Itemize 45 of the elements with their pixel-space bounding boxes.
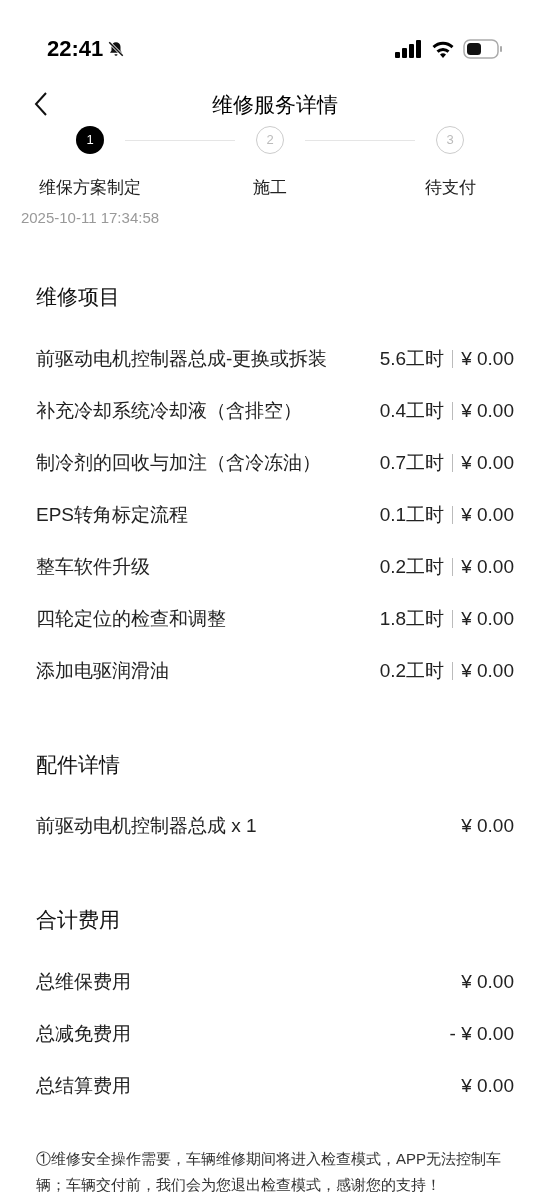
item-name: 补充冷却系统冷却液（含排空） bbox=[36, 398, 303, 423]
item-name: 添加电驱润滑油 bbox=[36, 658, 170, 683]
step-time: 2025-10-11 17:34:58 bbox=[20, 207, 160, 228]
item-name: 前驱动电机控制器总成-更换或拆装 bbox=[36, 346, 329, 371]
step-label: 施工 bbox=[253, 177, 287, 199]
price: ¥ 0.00 bbox=[461, 969, 514, 994]
section-title: 合计费用 bbox=[36, 907, 121, 933]
price: ¥ 0.00 bbox=[461, 1073, 514, 1098]
labor-hours: 0.4工时 bbox=[379, 398, 445, 423]
clock: 22:41 bbox=[47, 35, 104, 63]
price: - ¥ 0.00 bbox=[449, 1021, 514, 1046]
step-number: 1 bbox=[76, 126, 104, 154]
muted-bell-icon bbox=[107, 39, 126, 58]
labor-hours: 5.6工时 bbox=[379, 346, 445, 371]
notice-text: ①维修安全操作需要，车辆维修期间将进入检查模式，APP无法控制车辆；车辆交付前，我们会为您退出检查模式，感谢您的支持！ bbox=[36, 1148, 502, 1192]
labor-hours: 1.8工时 bbox=[379, 606, 445, 631]
price: ¥ 0.00 bbox=[461, 606, 514, 631]
labor-hours: 0.7工时 bbox=[379, 450, 445, 475]
step-label: 维保方案制定 bbox=[39, 177, 141, 199]
section-title: 维修项目 bbox=[36, 284, 121, 310]
item-name: 四轮定位的检查和调整 bbox=[36, 606, 227, 631]
page-title: 维修服务详情 bbox=[212, 92, 338, 119]
item-name: 总维保费用 bbox=[36, 969, 132, 994]
price: ¥ 0.00 bbox=[461, 502, 514, 527]
wifi-icon bbox=[431, 39, 455, 58]
back-chevron-icon bbox=[34, 91, 48, 117]
price: ¥ 0.00 bbox=[461, 398, 514, 423]
item-name: 总减免费用 bbox=[36, 1021, 132, 1046]
battery-icon bbox=[463, 38, 503, 59]
item-name: EPS转角标定流程 bbox=[36, 502, 190, 527]
signal-icon bbox=[395, 39, 423, 58]
section-title: 配件详情 bbox=[36, 751, 121, 778]
price: ¥ 0.00 bbox=[461, 814, 514, 838]
item-name: 总结算费用 bbox=[36, 1073, 132, 1098]
price: ¥ 0.00 bbox=[461, 450, 514, 475]
price: ¥ 0.00 bbox=[461, 346, 514, 371]
item-name: 前驱动电机控制器总成 x 1 bbox=[36, 814, 258, 838]
step-label: 待支付 bbox=[424, 177, 476, 199]
labor-hours: 0.2工时 bbox=[379, 658, 445, 683]
price: ¥ 0.00 bbox=[461, 658, 514, 683]
item-name: 整车软件升级 bbox=[36, 554, 151, 579]
labor-hours: 0.1工时 bbox=[379, 502, 445, 527]
labor-hours: 0.2工时 bbox=[379, 554, 445, 579]
price: ¥ 0.00 bbox=[461, 554, 514, 579]
item-name: 制冷剂的回收与加注（含冷冻油） bbox=[36, 450, 322, 475]
